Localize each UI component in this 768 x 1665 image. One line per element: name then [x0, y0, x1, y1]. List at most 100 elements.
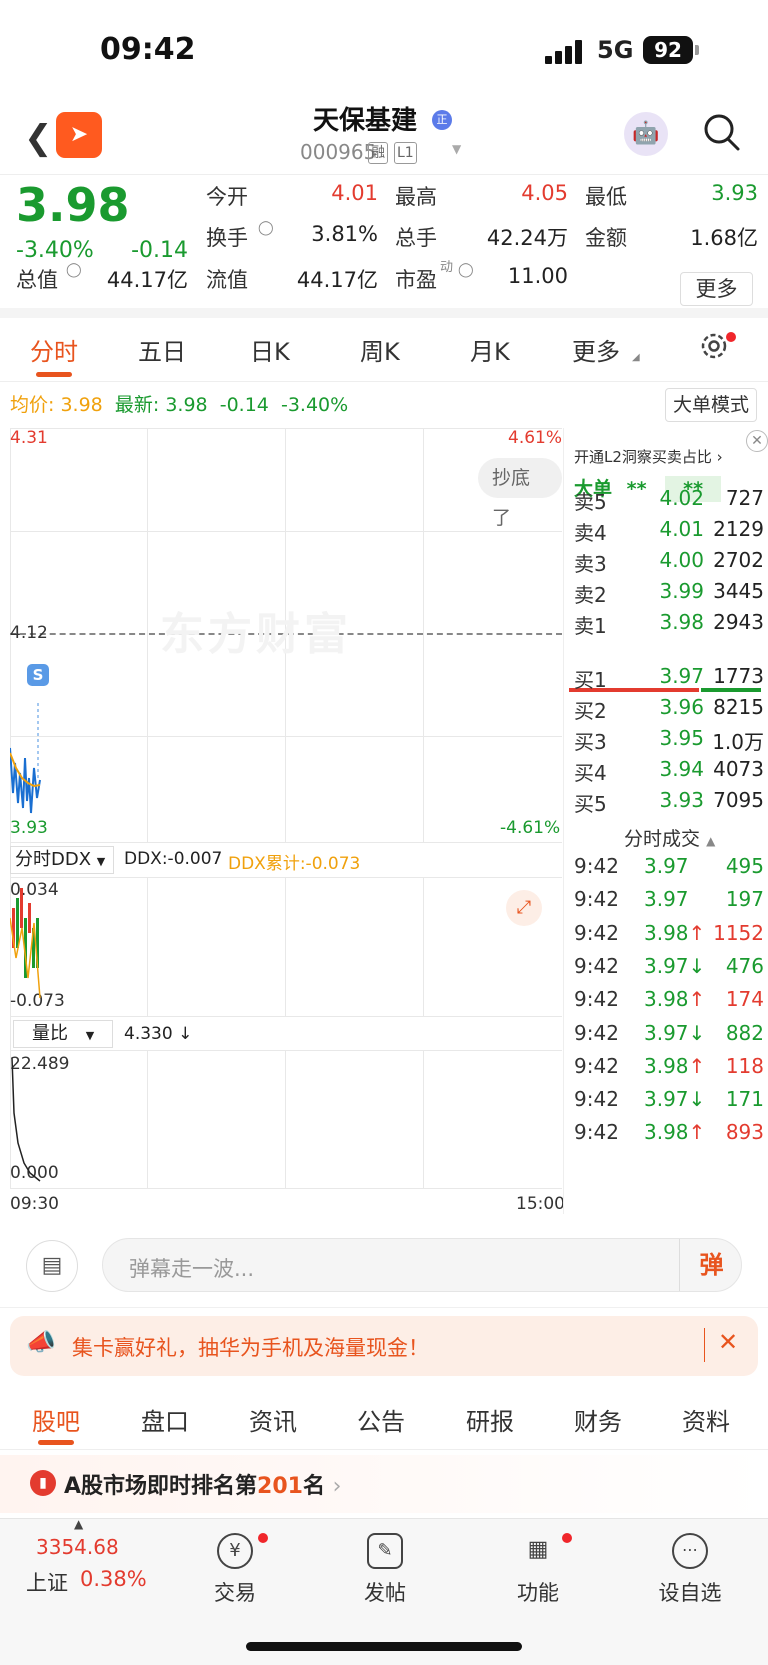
close-icon[interactable]: ✕: [718, 1328, 738, 1356]
promo-banner[interactable]: 📣 集卡赢好礼，抽华为手机及海量现金！ ✕: [10, 1316, 758, 1376]
tick-price-value: 3.98: [644, 1053, 689, 1078]
notification-dot: [258, 1533, 268, 1543]
battery-icon: 92: [643, 36, 693, 64]
order-book: ✕ 开通L2洞察买卖占比 › 大单 ** ** 卖5 4.02 727 卖4 4.01 2…: [563, 428, 768, 1214]
tick-price-value: 3.97: [644, 854, 689, 878]
bid-row[interactable]: 买3 3.95 1.0万: [574, 726, 764, 756]
tick-price-value: 3.97: [644, 887, 689, 912]
caret-up-icon: ▲: [74, 1517, 84, 1531]
pct-top-label: 4.61%: [508, 428, 563, 448]
tab-intraday[interactable]: 分时: [30, 332, 78, 367]
tab-order-book[interactable]: 盘口: [141, 1402, 189, 1437]
amount-value: 1.68亿: [690, 226, 758, 250]
tick-price-value: 3.98: [644, 920, 689, 945]
info-icon[interactable]: ◯: [458, 262, 474, 278]
tick-volume: 893: [725, 1120, 764, 1145]
tick-direction: ↓: [688, 953, 706, 978]
tab-weekly-k[interactable]: 周K: [360, 332, 400, 367]
back-icon[interactable]: ❮: [24, 118, 53, 158]
tab-finance[interactable]: 财务: [574, 1402, 622, 1437]
ask-row[interactable]: 卖5 4.02 727: [574, 486, 764, 516]
ask-row[interactable]: 卖2 3.99 3445: [574, 579, 764, 609]
expand-icon[interactable]: ⤢: [506, 890, 542, 926]
assistant-robot-icon[interactable]: 🤖: [624, 112, 668, 156]
bid-label: 买4: [574, 761, 607, 785]
tab-announcements[interactable]: 公告: [357, 1402, 405, 1437]
pe-label: 市盈: [395, 268, 437, 292]
info-icon[interactable]: ◯: [66, 262, 82, 278]
tab-five-day[interactable]: 五日: [138, 332, 186, 367]
info-icon[interactable]: ◯: [258, 220, 274, 236]
tab-daily-k[interactable]: 日K: [250, 332, 290, 367]
tick-row: 9:42 3.97↓ 476: [574, 954, 768, 984]
bid-price: 3.94: [659, 757, 704, 781]
close-icon[interactable]: ✕: [746, 430, 768, 452]
bid-price: 3.95: [659, 726, 704, 750]
tab-forum[interactable]: 股吧: [32, 1402, 80, 1437]
tab-profile[interactable]: 资料: [682, 1402, 730, 1437]
bid-row[interactable]: 买5 3.93 7095: [574, 788, 764, 818]
ask-price: 4.02: [659, 486, 704, 510]
volume-ratio-select[interactable]: 量比 ▼: [13, 1020, 113, 1048]
index-percent[interactable]: 0.38%: [80, 1567, 147, 1591]
yen-icon: ¥: [217, 1533, 253, 1569]
bid-row[interactable]: 买1 3.97 1773: [574, 664, 764, 694]
tab-more[interactable]: 更多: [572, 332, 620, 367]
vr-select-label: 量比: [32, 1023, 68, 1044]
danmu-input[interactable]: 弹幕走一波... 弹: [102, 1238, 742, 1292]
high-label: 最高: [395, 185, 437, 209]
bid-volume: 1.0万: [712, 730, 764, 754]
sell-signal-marker[interactable]: S: [27, 664, 49, 686]
tab-monthly-k[interactable]: 月K: [470, 332, 510, 367]
search-icon[interactable]: [702, 112, 742, 152]
danmu-bubble[interactable]: 抄底了: [478, 458, 562, 529]
ask-label: 卖1: [574, 614, 607, 638]
home-indicator: [246, 1642, 522, 1651]
chevron-down-icon[interactable]: ▼: [452, 142, 461, 156]
tick-time: 9:42: [574, 920, 619, 945]
ask-row[interactable]: 卖1 3.98 2943: [574, 610, 764, 640]
bid-row[interactable]: 买4 3.94 4073: [574, 757, 764, 787]
nav-trade[interactable]: ¥ 交易: [185, 1533, 285, 1607]
ddx-indicator-select[interactable]: 分时DDX ▼: [10, 846, 114, 874]
ticks-title[interactable]: 分时成交 ▲: [624, 824, 715, 851]
rank-chart-icon: ▮: [30, 1470, 56, 1496]
big-order-mode-button[interactable]: 大单模式: [665, 388, 757, 422]
stock-code: 000965: [300, 140, 377, 164]
danmu-settings-icon[interactable]: ▤: [26, 1240, 78, 1292]
bid-volume: 1773: [713, 664, 764, 688]
tab-research[interactable]: 研报: [466, 1402, 514, 1437]
banner-text: 集卡赢好礼，抽华为手机及海量现金！: [72, 1336, 429, 1360]
volume-ratio-value: 4.330 ↓: [124, 1024, 193, 1044]
nav-trade-label: 交易: [214, 1581, 256, 1605]
ask-price: 3.99: [659, 579, 704, 603]
rank-suffix: 名: [302, 1474, 325, 1499]
nav-functions[interactable]: ▦ 功能: [488, 1533, 588, 1607]
tick-volume: 174: [725, 987, 764, 1012]
signal-icon: [545, 40, 585, 64]
ask-volume: 2129: [713, 517, 764, 541]
network-type: 5G: [597, 36, 634, 64]
tab-news[interactable]: 资讯: [249, 1402, 297, 1437]
danmu-placeholder: 弹幕走一波...: [129, 1257, 255, 1281]
volume-ratio-line: [11, 1057, 41, 1182]
tick-price-value: 3.97: [644, 953, 689, 978]
apps-icon: ▦: [527, 1537, 549, 1562]
intraday-chart[interactable]: 东方财富 4.31 4.12 3.93 4.61% -4.61% 抄底了 S 分…: [10, 428, 565, 1214]
index-name[interactable]: 上证: [26, 1567, 68, 1597]
margin-tag: 融: [368, 142, 388, 164]
high-value: 4.05: [521, 181, 568, 205]
ask-row[interactable]: 卖4 4.01 2129: [574, 517, 764, 547]
l2-promo-link[interactable]: 开通L2洞察买卖占比 ›: [574, 446, 723, 467]
nav-add-watchlist[interactable]: ⋯ 设自选: [640, 1533, 740, 1607]
market-rank-row[interactable]: ▮ A股市场即时排名第201名 ›: [0, 1455, 768, 1513]
more-button[interactable]: 更多: [680, 272, 753, 306]
price-line: [10, 703, 41, 814]
danmu-send-button[interactable]: 弹: [679, 1239, 743, 1291]
bid-row[interactable]: 买2 3.96 8215: [574, 695, 764, 725]
index-value[interactable]: 3354.68: [36, 1535, 119, 1559]
app-logo-icon[interactable]: ➤: [56, 112, 102, 158]
danmu-bar: ▤ 弹幕走一波... 弹: [0, 1218, 768, 1308]
ask-row[interactable]: 卖3 4.00 2702: [574, 548, 764, 578]
nav-post[interactable]: ✎ 发帖: [335, 1533, 435, 1607]
